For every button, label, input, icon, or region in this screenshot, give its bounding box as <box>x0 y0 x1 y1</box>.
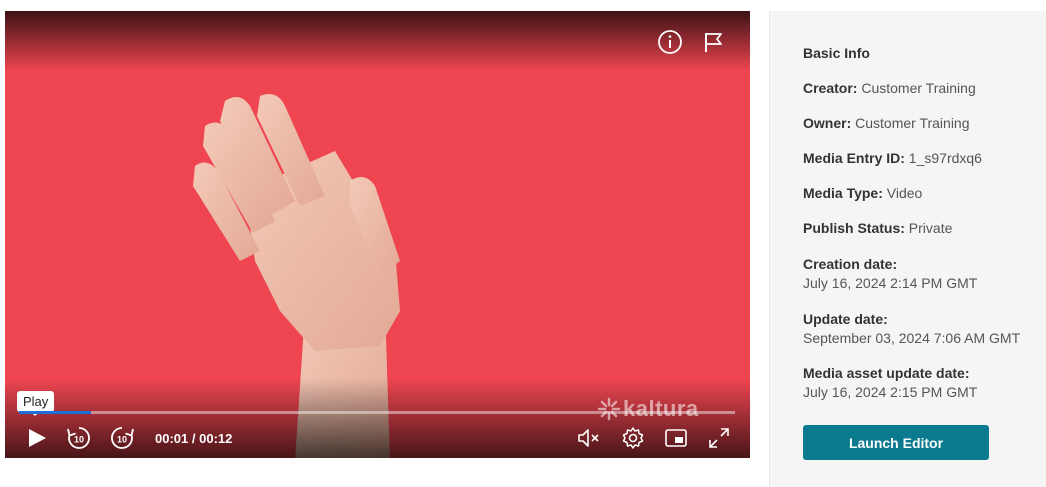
svg-text:10: 10 <box>74 435 84 445</box>
play-tooltip: Play <box>17 391 55 412</box>
svg-text:10: 10 <box>117 435 127 445</box>
creation-date-label: Creation date: <box>803 256 898 272</box>
owner-value: Customer Training <box>855 115 970 131</box>
owner-row: Owner: Customer Training <box>803 115 970 131</box>
update-date-row: Update date: September 03, 2024 7:06 AM … <box>803 310 1020 348</box>
top-gradient <box>5 11 750 71</box>
gear-icon[interactable] <box>620 425 646 451</box>
asset-update-date-value: July 16, 2024 2:15 PM GMT <box>803 384 978 400</box>
media-type-label: Media Type: <box>803 185 883 201</box>
progress-fill <box>19 411 91 414</box>
basic-info-panel: Basic Info Creator: Customer Training Ow… <box>769 11 1046 487</box>
watermark-text: kaltura <box>623 396 699 421</box>
media-entry-id-row: Media Entry ID: 1_s97rdxq6 <box>803 150 982 166</box>
volume-muted-icon[interactable] <box>575 425 603 451</box>
media-entry-id-value: 1_s97rdxq6 <box>908 150 982 166</box>
creator-value: Customer Training <box>861 80 976 96</box>
picture-in-picture-icon[interactable] <box>663 425 689 451</box>
info-icon[interactable] <box>657 29 683 55</box>
creation-date-row: Creation date: July 16, 2024 2:14 PM GMT <box>803 255 977 293</box>
media-type-value: Video <box>886 185 923 201</box>
asset-update-date-label: Media asset update date: <box>803 365 970 381</box>
fullscreen-icon[interactable] <box>706 425 732 451</box>
rewind-10-icon[interactable]: 10 <box>65 425 93 451</box>
media-entry-id-label: Media Entry ID: <box>803 150 905 166</box>
asset-update-date-row: Media asset update date: July 16, 2024 2… <box>803 364 977 402</box>
publish-status-row: Publish Status: Private <box>803 220 952 236</box>
time-separator: / <box>191 431 196 446</box>
creator-row: Creator: Customer Training <box>803 80 976 96</box>
video-player[interactable]: kaltura Play 10 10 00:01 / 00:12 <box>5 11 750 458</box>
kaltura-watermark: kaltura <box>597 396 717 422</box>
launch-editor-button[interactable]: Launch Editor <box>803 425 989 460</box>
kaltura-logo-icon <box>597 397 621 421</box>
progress-bar[interactable] <box>19 411 735 414</box>
update-date-value: September 03, 2024 7:06 AM GMT <box>803 330 1021 346</box>
media-type-row: Media Type: Video <box>803 185 922 201</box>
owner-label: Owner: <box>803 115 852 131</box>
time-total: 00:12 <box>199 431 233 446</box>
flag-icon[interactable] <box>701 29 727 55</box>
creator-label: Creator: <box>803 80 858 96</box>
publish-status-value: Private <box>908 220 953 236</box>
time-current: 00:01 <box>155 431 189 446</box>
update-date-label: Update date: <box>803 311 888 327</box>
forward-10-icon[interactable]: 10 <box>108 425 136 451</box>
publish-status-label: Publish Status: <box>803 220 905 236</box>
basic-info-title: Basic Info <box>803 45 870 61</box>
creation-date-value: July 16, 2024 2:14 PM GMT <box>803 275 978 291</box>
time-display: 00:01 / 00:12 <box>155 431 232 446</box>
play-icon[interactable] <box>25 425 49 451</box>
